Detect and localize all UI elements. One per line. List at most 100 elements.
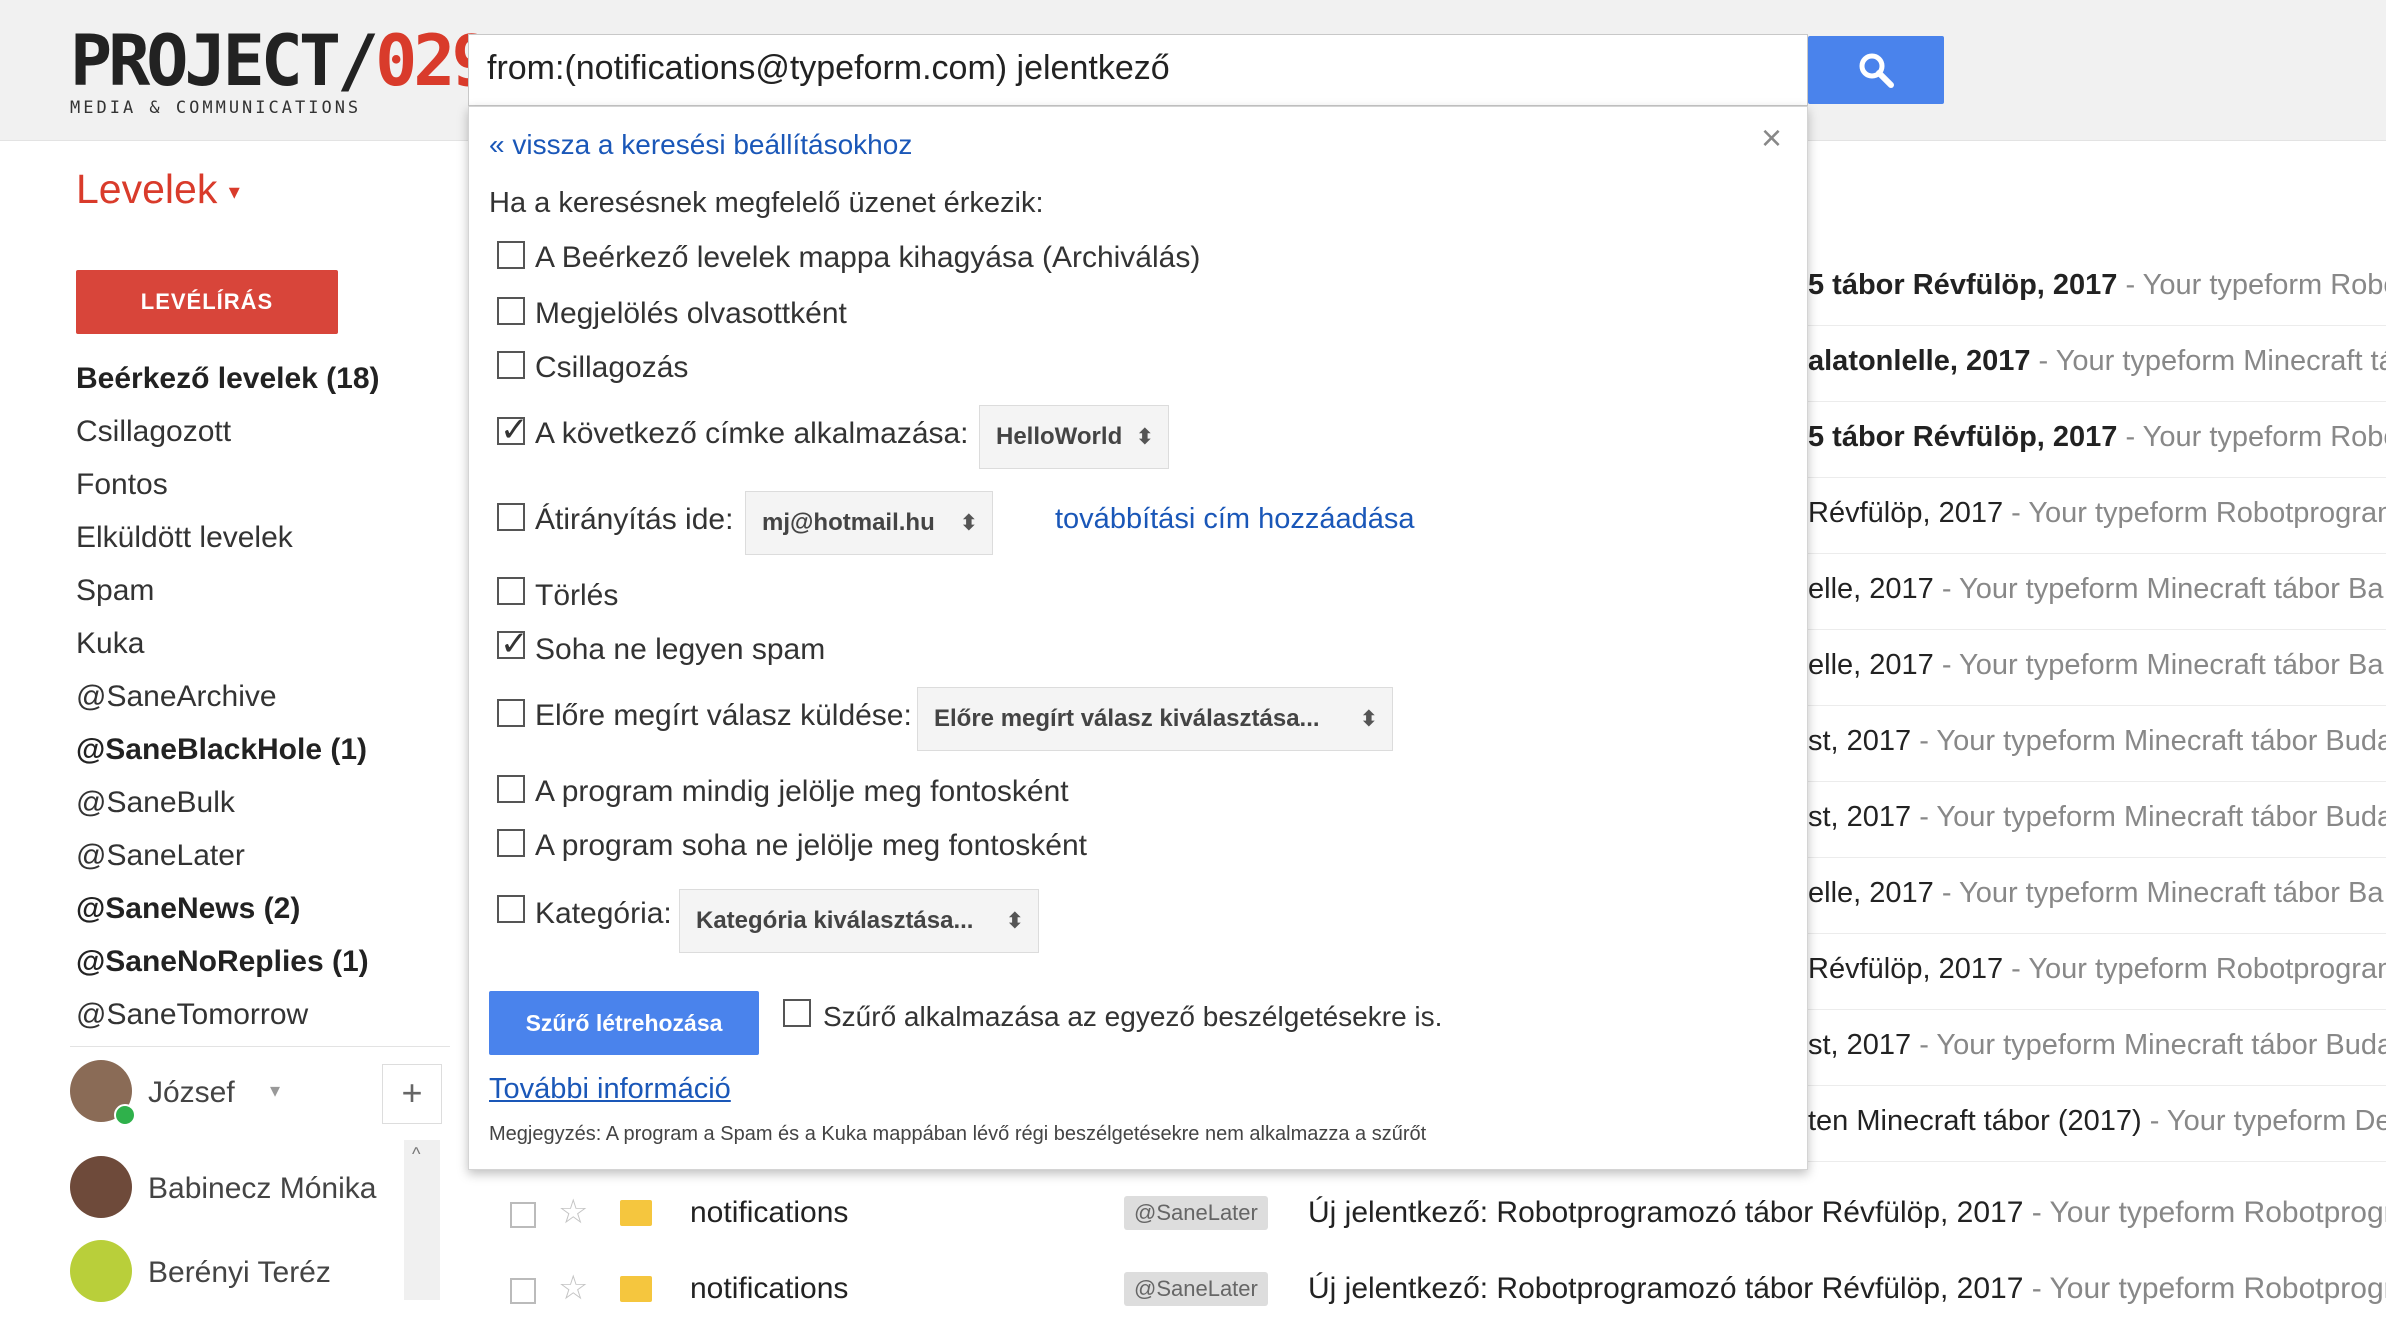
list-item[interactable]: st, 2017 - Your typeform Minecraft tábor… — [1808, 705, 2386, 782]
list-item[interactable]: alatonlelle, 2017 - Your typeform Minecr… — [1808, 325, 2386, 402]
chevron-down-icon: ▾ — [228, 179, 240, 205]
select-arrows-icon: ⬍ — [1005, 908, 1024, 933]
list-item[interactable]: 5 tábor Révfülöp, 2017 - Your typeform R… — [1808, 401, 2386, 478]
star-checkbox[interactable] — [497, 351, 525, 379]
list-item[interactable]: elle, 2017 - Your typeform Minecraft táb… — [1808, 857, 2386, 934]
forward-checkbox[interactable] — [497, 503, 525, 531]
row-message: Új jelentkező: Robotprogramozó tábor Rév… — [1308, 1272, 2386, 1305]
more-info-link[interactable]: További információ — [489, 1073, 731, 1106]
forward-label: Átirányítás ide: — [535, 503, 734, 536]
sidebar-item-important[interactable]: Fontos — [76, 468, 168, 502]
list-item[interactable]: elle, 2017 - Your typeform Minecraft táb… — [1808, 629, 2386, 706]
sidebar-item-sanearchive[interactable]: @SaneArchive — [76, 680, 277, 714]
row-checkbox[interactable] — [510, 1278, 536, 1304]
importance-marker-icon[interactable] — [620, 1276, 652, 1302]
filter-panel: « vissza a keresési beállításokhoz × Ha … — [468, 106, 1808, 1170]
logo-tagline: MEDIA & COMMUNICATIONS — [70, 98, 362, 118]
logo-wordmark: PROJECT/029 — [70, 20, 494, 102]
sidebar-item-inbox[interactable]: Beérkező levelek (18) — [76, 362, 380, 396]
forward-address-select[interactable]: mj@hotmail.hu ⬍ — [745, 491, 993, 555]
contact-item[interactable]: Babinecz Mónika — [70, 1156, 450, 1236]
contact-name: Babinecz Mónika — [148, 1172, 377, 1205]
list-item[interactable]: st, 2017 - Your typeform Minecraft tábor… — [1808, 1009, 2386, 1086]
table-row[interactable]: ☆ notifications @SaneLater Új jelentkező… — [470, 1252, 2386, 1328]
filter-note: Megjegyzés: A program a Spam és a Kuka m… — [489, 1123, 1427, 1145]
row-sender: notifications — [690, 1196, 849, 1229]
never-important-checkbox[interactable] — [497, 829, 525, 857]
delete-checkbox[interactable] — [497, 577, 525, 605]
back-to-search-link[interactable]: « vissza a keresési beállításokhoz — [489, 129, 912, 161]
mark-read-checkbox[interactable] — [497, 297, 525, 325]
never-spam-checkbox[interactable] — [497, 624, 529, 664]
canned-response-select[interactable]: Előre megírt válasz kiválasztása... ⬍ — [917, 687, 1393, 751]
add-chat-button[interactable]: + — [382, 1064, 442, 1124]
row-message: Új jelentkező: Robotprogramozó tábor Rév… — [1308, 1196, 2386, 1229]
apply-existing-checkbox[interactable] — [783, 999, 811, 1027]
sidebar-item-saneblackhole[interactable]: @SaneBlackHole (1) — [76, 733, 367, 767]
always-important-label: A program mindig jelölje meg fontosként — [535, 775, 1069, 808]
sidebar-item-spam[interactable]: Spam — [76, 574, 154, 608]
select-arrows-icon: ⬍ — [1359, 706, 1378, 731]
avatar — [70, 1156, 132, 1218]
category-select[interactable]: Kategória kiválasztása... ⬍ — [679, 889, 1039, 953]
select-arrows-icon: ⬍ — [959, 510, 978, 535]
search-icon — [1859, 53, 1894, 88]
avatar — [70, 1240, 132, 1302]
add-forward-address-link[interactable]: továbbítási cím hozzáadása — [1055, 503, 1414, 536]
sidebar-item-sanetomorrow[interactable]: @SaneTomorrow — [76, 998, 308, 1032]
search-button[interactable] — [1808, 36, 1944, 104]
contact-item[interactable]: Berényi Teréz — [70, 1240, 450, 1320]
compose-button[interactable]: LEVÉLÍRÁS — [76, 270, 338, 334]
star-icon[interactable]: ☆ — [558, 1192, 588, 1232]
canned-response-checkbox[interactable] — [497, 699, 525, 727]
logo[interactable]: PROJECT/029 MEDIA & COMMUNICATIONS — [70, 20, 494, 126]
row-label[interactable]: @SaneLater — [1124, 1196, 1268, 1230]
user-name: József — [148, 1076, 235, 1109]
avatar — [70, 1060, 136, 1126]
list-item[interactable]: ten Minecraft tábor (2017) - Your typefo… — [1808, 1085, 2386, 1162]
list-item[interactable]: st, 2017 - Your typeform Minecraft tábor… — [1808, 781, 2386, 858]
sidebar-item-starred[interactable]: Csillagozott — [76, 415, 231, 449]
list-item[interactable]: Révfülöp, 2017 - Your typeform Robotprog… — [1808, 477, 2386, 554]
list-item[interactable]: elle, 2017 - Your typeform Minecraft táb… — [1808, 553, 2386, 630]
search-input[interactable]: from:(notifications@typeform.com) jelent… — [468, 34, 1808, 106]
create-filter-button[interactable]: Szűrő létrehozása — [489, 991, 759, 1055]
row-checkbox[interactable] — [510, 1202, 536, 1228]
search-query: from:(notifications@typeform.com) jelent… — [487, 49, 1170, 87]
online-status-icon — [114, 1104, 136, 1126]
always-important-checkbox[interactable] — [497, 775, 525, 803]
sidebar-item-trash[interactable]: Kuka — [76, 627, 144, 661]
apply-label-checkbox[interactable] — [497, 410, 529, 450]
star-label: Csillagozás — [535, 351, 689, 384]
never-spam-label: Soha ne legyen spam — [535, 633, 826, 666]
list-item[interactable]: 5 tábor Révfülöp, 2017 - Your typeform R… — [1808, 249, 2386, 326]
select-arrows-icon: ⬍ — [1135, 424, 1154, 449]
sidebar-item-sanenoreplies[interactable]: @SaneNoReplies (1) — [76, 945, 369, 979]
archive-label: A Beérkező levelek mappa kihagyása (Arch… — [535, 241, 1201, 274]
sidebar-item-sanenews[interactable]: @SaneNews (2) — [76, 892, 300, 926]
apply-existing-label: Szűrő alkalmazása az egyező beszélgetése… — [823, 1001, 1443, 1032]
row-sender: notifications — [690, 1272, 849, 1305]
filter-intro: Ha a keresésnek megfelelő üzenet érkezik… — [489, 187, 1044, 219]
delete-label: Törlés — [535, 579, 619, 612]
chevron-down-icon[interactable]: ▾ — [270, 1078, 280, 1103]
never-important-label: A program soha ne jelölje meg fontosként — [535, 829, 1087, 862]
category-checkbox[interactable] — [497, 895, 525, 923]
table-row[interactable]: ☆ notifications @SaneLater Új jelentkező… — [470, 1176, 2386, 1252]
mail-menu[interactable]: Levelek ▾ — [76, 166, 240, 213]
sidebar-item-sanelater[interactable]: @SaneLater — [76, 839, 245, 873]
importance-marker-icon[interactable] — [620, 1200, 652, 1226]
mark-read-label: Megjelölés olvasottként — [535, 297, 847, 330]
contact-name: Berényi Teréz — [148, 1256, 331, 1289]
archive-checkbox[interactable] — [497, 241, 525, 269]
sidebar-item-sent[interactable]: Elküldött levelek — [76, 521, 293, 555]
close-icon[interactable]: × — [1761, 117, 1782, 159]
row-label[interactable]: @SaneLater — [1124, 1272, 1268, 1306]
canned-response-label: Előre megírt válasz küldése: — [535, 699, 912, 732]
star-icon[interactable]: ☆ — [558, 1268, 588, 1308]
sidebar-item-sanebulk[interactable]: @SaneBulk — [76, 786, 235, 820]
list-item[interactable]: Révfülöp, 2017 - Your typeform Robotprog… — [1808, 933, 2386, 1010]
sidebar-scrollbar[interactable]: ^ — [404, 1140, 440, 1300]
label-select[interactable]: HelloWorld ⬍ — [979, 405, 1169, 469]
sidebar-divider — [70, 1046, 450, 1047]
